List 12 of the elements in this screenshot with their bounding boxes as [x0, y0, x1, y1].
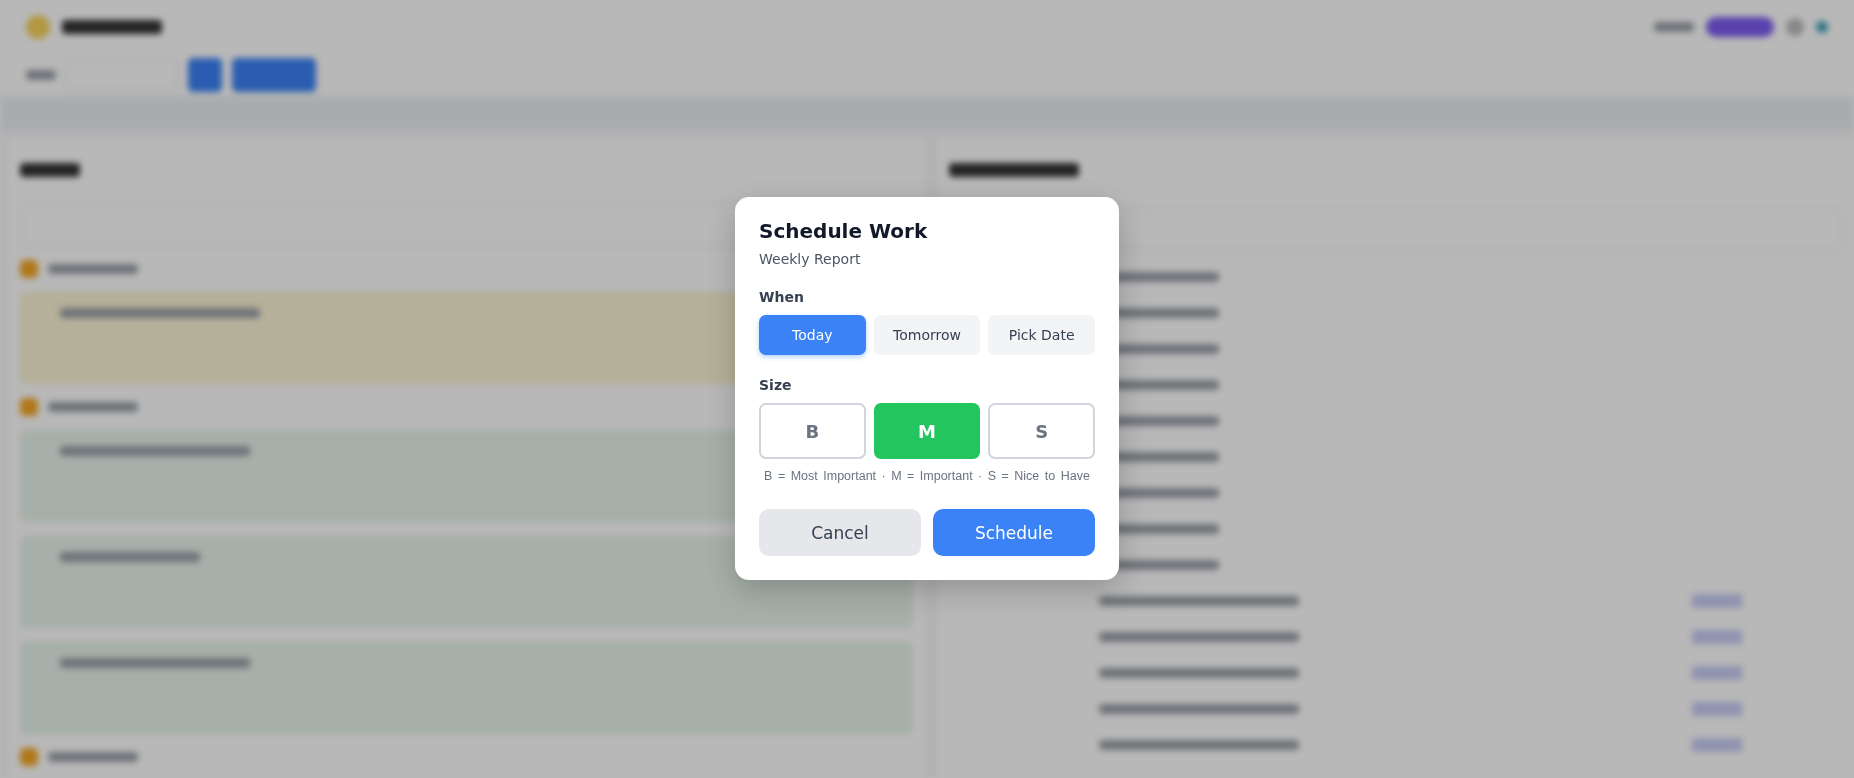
date-option[interactable]: Tomorrow [873, 315, 981, 355]
date-option[interactable]: Pick Date [988, 315, 1095, 355]
date-option[interactable]: Today [759, 315, 866, 355]
dialog-subtitle: Weekly Report [759, 251, 862, 267]
size-label: Size [759, 377, 793, 393]
size-option[interactable]: S [988, 403, 1095, 459]
dialog-title: Schedule Work [759, 219, 929, 243]
cancel-button[interactable]: Cancel [759, 509, 921, 556]
size-legend: B = Most Important · M = Important · S = Nice to Have [759, 468, 1095, 484]
size-option[interactable]: B [759, 403, 866, 459]
when-label: When [759, 289, 805, 305]
schedule-button[interactable]: Schedule [933, 509, 1095, 556]
